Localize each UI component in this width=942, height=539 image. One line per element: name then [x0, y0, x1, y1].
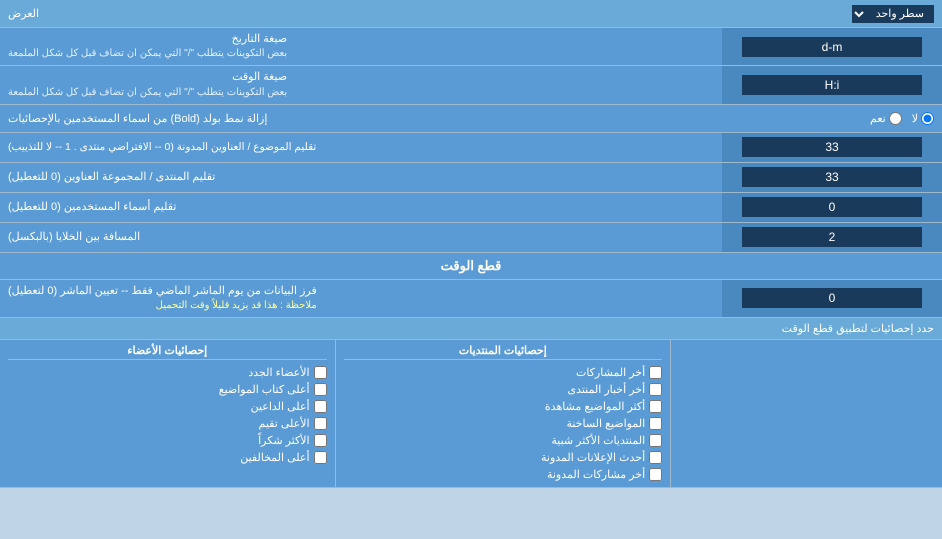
usernames-trim-input-container [722, 193, 942, 222]
usernames-trim-row: تقليم أسماء المستخدمين (0 للتعطيل) [0, 193, 942, 223]
cb-members-3[interactable] [314, 400, 327, 413]
display-label: العرض [8, 7, 39, 20]
cb-members-5[interactable] [314, 434, 327, 447]
date-format-label: صيغة التاريخ بعض التكوينات يتطلب "/" الت… [0, 28, 722, 65]
stats-header: حدد إحصائيات لتطبيق قطع الوقت [0, 318, 942, 340]
stats-col-empty [670, 340, 942, 487]
bold-no-radio[interactable] [921, 112, 934, 125]
usernames-trim-label: تقليم أسماء المستخدمين (0 للتعطيل) [0, 193, 722, 222]
cb-posts-1[interactable] [649, 366, 662, 379]
bold-label: إزالة نمط بولد (Bold) من اسماء المستخدمي… [8, 112, 267, 125]
label-posts-7: أخر مشاركات المدونة [547, 468, 645, 481]
stats-item: الأعلى تقيم [8, 415, 327, 432]
display-row: سطر واحدسطرينثلاثة أسطر العرض [0, 0, 942, 28]
label-members-6: أعلى المخالفين [240, 451, 309, 464]
members-col-title: إحصائيات الأعضاء [8, 344, 327, 360]
forum-trim-row: تقليم المنتدى / المجموعة العناوين (0 للت… [0, 163, 942, 193]
stats-item: أحدث الإعلانات المدونة [344, 449, 663, 466]
cb-posts-7[interactable] [649, 468, 662, 481]
label-posts-6: أحدث الإعلانات المدونة [541, 451, 645, 464]
label-posts-2: أخر أخبار المنتدى [567, 383, 645, 396]
label-members-2: أعلى كتاب المواضيع [219, 383, 310, 396]
main-container: سطر واحدسطرينثلاثة أسطر العرض صيغة التار… [0, 0, 942, 488]
stats-col-members: إحصائيات الأعضاء الأعضاء الجدد أعلى كتاب… [0, 340, 335, 487]
time-cut-header: قطع الوقت [0, 253, 942, 280]
label-members-3: أعلى الداعين [251, 400, 310, 413]
cb-posts-2[interactable] [649, 383, 662, 396]
cb-posts-5[interactable] [649, 434, 662, 447]
stats-item: الأعضاء الجدد [8, 364, 327, 381]
stats-item: الأكثر شكراً [8, 432, 327, 449]
cb-members-2[interactable] [314, 383, 327, 396]
stats-item: أعلى كتاب المواضيع [8, 381, 327, 398]
cb-posts-3[interactable] [649, 400, 662, 413]
time-cut-input[interactable] [742, 288, 922, 308]
label-members-1: الأعضاء الجدد [248, 366, 309, 379]
label-members-5: الأكثر شكراً [258, 434, 309, 447]
date-format-input-container [722, 28, 942, 65]
stats-item: أعلى الداعين [8, 398, 327, 415]
posts-col-title: إحصائيات المنتديات [344, 344, 663, 360]
label-posts-5: المنتديات الأكثر شبية [551, 434, 645, 447]
stats-item: أخر أخبار المنتدى [344, 381, 663, 398]
stats-section: حدد إحصائيات لتطبيق قطع الوقت إحصائيات ا… [0, 318, 942, 488]
stats-item: أخر مشاركات المدونة [344, 466, 663, 483]
forum-trim-input[interactable] [742, 167, 922, 187]
topics-trim-input-container [722, 133, 942, 162]
cell-spacing-input-container [722, 223, 942, 252]
cb-members-4[interactable] [314, 417, 327, 430]
stats-col-posts: إحصائيات المنتديات أخر المشاركات أخر أخب… [335, 340, 671, 487]
forum-trim-label: تقليم المنتدى / المجموعة العناوين (0 للت… [0, 163, 722, 192]
time-format-label: صيغة الوقت بعض التكوينات يتطلب "/" التي … [0, 66, 722, 103]
display-dropdown[interactable]: سطر واحدسطرينثلاثة أسطر [852, 5, 934, 23]
forum-trim-input-container [722, 163, 942, 192]
time-format-input[interactable] [742, 75, 922, 95]
bold-remove-row: لا نعم إزالة نمط بولد (Bold) من اسماء ال… [0, 105, 942, 133]
stats-item: المواضيع الساخنة [344, 415, 663, 432]
topics-trim-label: تقليم الموضوع / العناوين المدونة (0 -- ا… [0, 133, 722, 162]
stats-item: المنتديات الأكثر شبية [344, 432, 663, 449]
time-format-row: صيغة الوقت بعض التكوينات يتطلب "/" التي … [0, 66, 942, 104]
topics-trim-input[interactable] [742, 137, 922, 157]
cell-spacing-label: المسافة بين الخلايا (بالبكسل) [0, 223, 722, 252]
usernames-trim-input[interactable] [742, 197, 922, 217]
cb-posts-6[interactable] [649, 451, 662, 464]
cell-spacing-input[interactable] [742, 227, 922, 247]
date-format-row: صيغة التاريخ بعض التكوينات يتطلب "/" الت… [0, 28, 942, 66]
label-posts-1: أخر المشاركات [576, 366, 645, 379]
date-format-input[interactable] [742, 37, 922, 57]
stats-item: أكثر المواضيع مشاهدة [344, 398, 663, 415]
time-cut-input-container [722, 280, 942, 317]
cell-spacing-row: المسافة بين الخلايا (بالبكسل) [0, 223, 942, 253]
label-posts-3: أكثر المواضيع مشاهدة [545, 400, 645, 413]
time-cut-row: فرز البيانات من يوم الماشر الماضي فقط --… [0, 280, 942, 318]
stats-item: أخر المشاركات [344, 364, 663, 381]
stats-item: أعلى المخالفين [8, 449, 327, 466]
bold-no-label[interactable]: لا [912, 112, 934, 125]
bold-radio-group: لا نعم [870, 112, 934, 125]
bold-yes-label[interactable]: نعم [870, 112, 902, 125]
topics-trim-row: تقليم الموضوع / العناوين المدونة (0 -- ا… [0, 133, 942, 163]
label-members-4: الأعلى تقيم [259, 417, 310, 430]
time-format-input-container [722, 66, 942, 103]
stats-grid: إحصائيات المنتديات أخر المشاركات أخر أخب… [0, 340, 942, 487]
cb-posts-4[interactable] [649, 417, 662, 430]
cb-members-1[interactable] [314, 366, 327, 379]
label-posts-4: المواضيع الساخنة [566, 417, 645, 430]
bold-yes-radio[interactable] [889, 112, 902, 125]
time-cut-label: فرز البيانات من يوم الماشر الماضي فقط --… [0, 280, 722, 317]
cb-members-6[interactable] [314, 451, 327, 464]
